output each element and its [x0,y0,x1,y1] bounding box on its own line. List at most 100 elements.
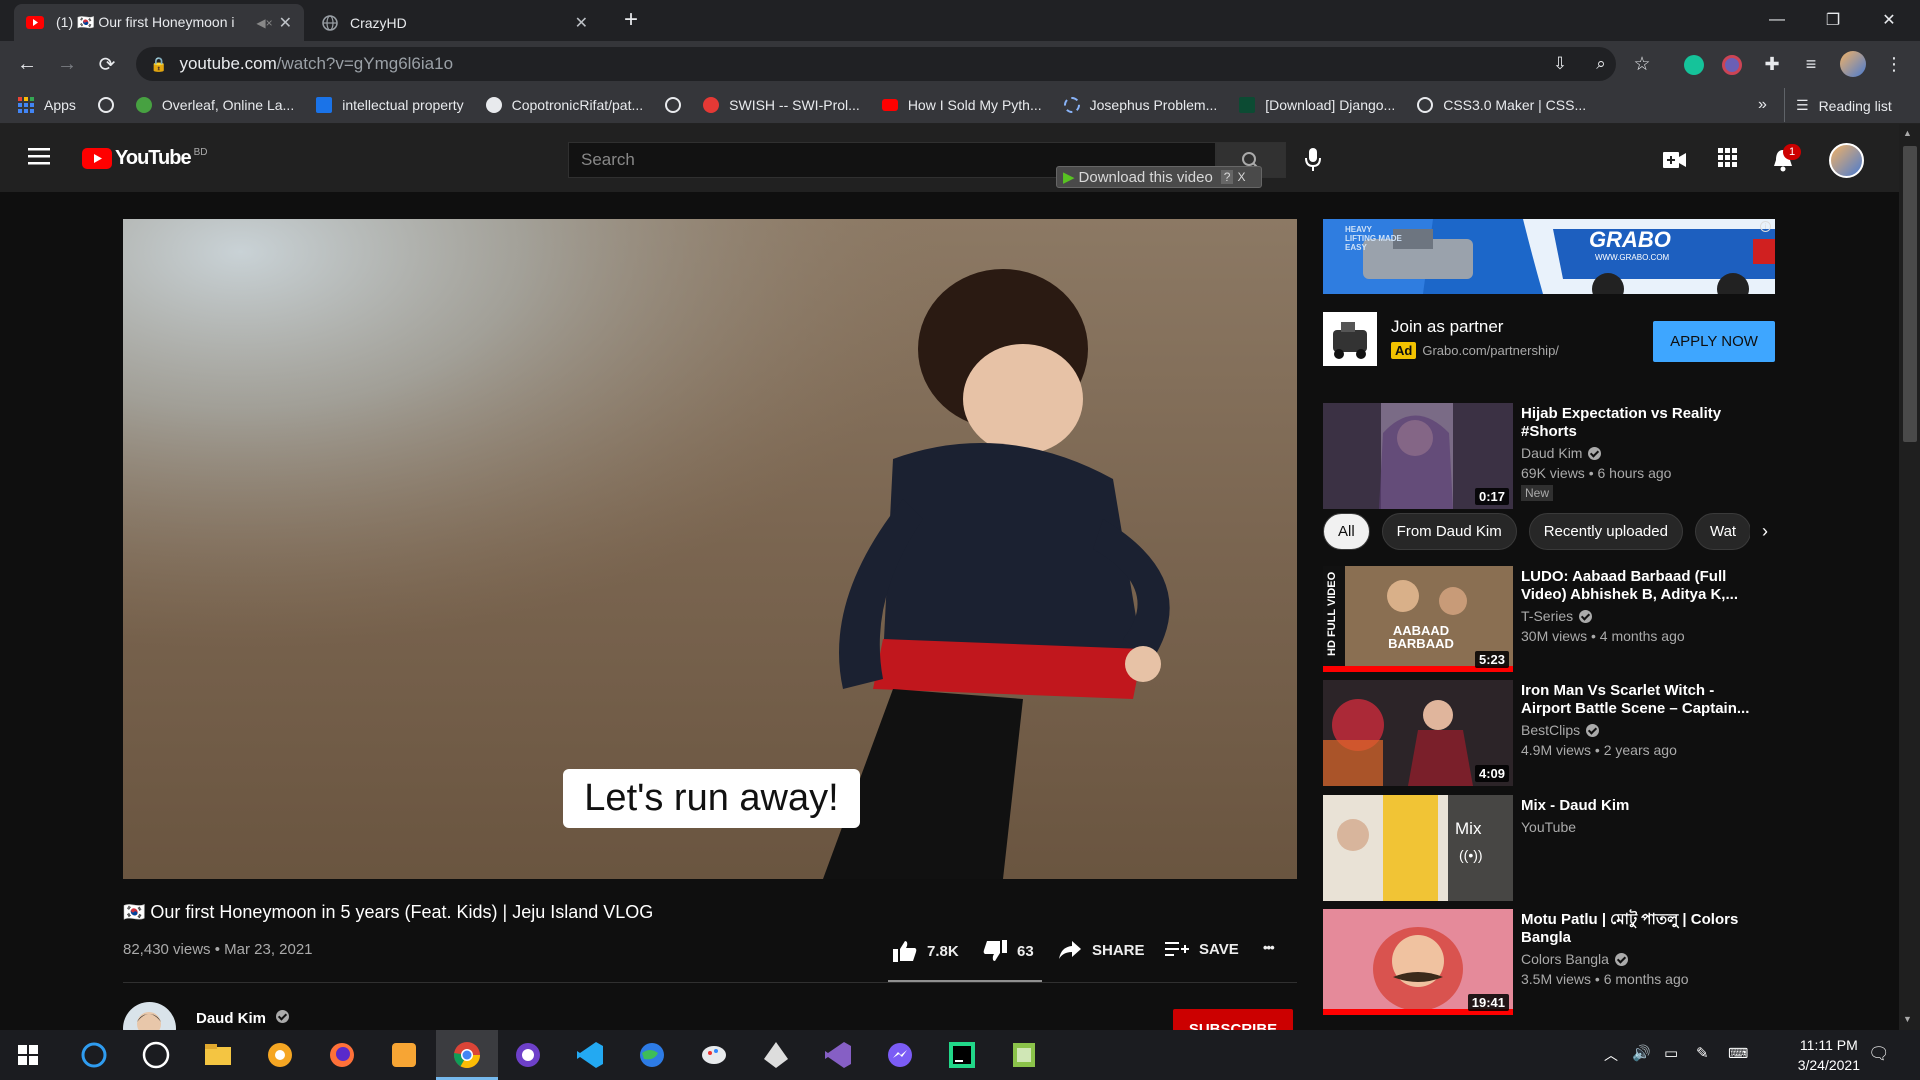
download-help-icon[interactable]: ? [1220,170,1234,184]
mix-broadcast-icon: ((•)) [1459,847,1483,863]
windows-start-icon[interactable] [18,1045,38,1065]
recommended-video[interactable]: 4:09 Iron Man Vs Scarlet Witch - Airport… [1323,680,1775,786]
video-thumbnail[interactable]: 19:41 [1323,909,1513,1015]
reload-icon[interactable]: ⟳ [93,50,121,78]
reading-list-button[interactable]: ☰ Reading list [1796,97,1892,114]
user-avatar[interactable] [1829,143,1864,178]
extensions-puzzle-icon[interactable]: ✚ [1758,50,1786,78]
cortana-search-icon[interactable] [78,1039,110,1071]
scroll-up-arrow-icon[interactable]: ▲ [1903,128,1912,138]
file-explorer-icon[interactable] [202,1039,234,1071]
tab-crazyhd[interactable]: CrazyHD ✕ [310,4,600,41]
apps-grid-icon[interactable] [1718,148,1738,168]
microphone-icon[interactable] [1304,148,1322,172]
chip-from-daud-kim[interactable]: From Daud Kim [1381,512,1517,550]
whatsapp-icon[interactable] [140,1039,172,1071]
install-app-icon[interactable]: ⇩ [1546,50,1574,78]
browser-menu-icon[interactable]: ⋮ [1880,50,1908,78]
github-desktop-icon[interactable] [512,1039,544,1071]
minimize-button[interactable]: — [1754,6,1800,34]
earth-app-icon[interactable] [636,1039,668,1071]
bookmark-youtube[interactable]: How I Sold My Pyth... [881,97,1042,113]
save-button[interactable]: SAVE [1165,940,1239,958]
like-button[interactable]: 7.8K [893,940,959,962]
more-actions-icon[interactable]: ••• [1263,940,1275,955]
keyboard-icon[interactable]: ⌨ [1728,1045,1748,1062]
ad-banner-image[interactable]: HEAVY LIFTING MADE EASY GRABO WWW.GRABO.… [1323,219,1775,294]
photo-editor-icon[interactable] [388,1039,420,1071]
chip-watched[interactable]: Wat [1694,512,1752,550]
download-bar-close-icon[interactable]: X [1237,170,1245,184]
bookmark-github[interactable]: CopotronicRifat/pat... [485,97,643,113]
bookmark-josephus[interactable]: Josephus Problem... [1063,97,1217,113]
extension-icon[interactable] [1722,55,1742,75]
bookmark-globe-2[interactable] [665,97,682,113]
network-icon[interactable]: ▭ [1664,1044,1678,1062]
recommended-video[interactable]: HD FULL VIDEO AABAAD BARBAAD 5:23 LUDO: … [1323,566,1775,672]
bookmark-globe[interactable] [97,97,114,113]
scrollbar-thumb[interactable] [1903,146,1917,442]
grammarly-extension-icon[interactable] [1684,55,1704,75]
muted-audio-icon[interactable]: ◀× [256,16,272,30]
video-thumbnail[interactable]: 0:17 [1323,403,1513,509]
create-video-icon[interactable] [1663,152,1687,168]
recommended-video[interactable]: Mix ((•)) Mix - Daud Kim YouTube [1323,795,1775,901]
ad-logo[interactable] [1323,312,1377,366]
hamburger-menu-icon[interactable] [28,146,52,166]
tab-title: CrazyHD [350,14,407,31]
forward-arrow-icon[interactable]: → [53,50,81,78]
video-thumbnail[interactable]: 4:09 [1323,680,1513,786]
youtube-logo[interactable]: YouTube BD [82,147,207,170]
action-center-icon[interactable]: 🗨 [1868,1044,1890,1064]
visual-studio-icon[interactable] [822,1039,854,1071]
bookmark-apps[interactable]: Apps [18,97,76,113]
download-video-bar[interactable]: ▶ Download this video ? X [1056,166,1262,188]
channel-name[interactable]: Daud Kim [196,1010,290,1027]
new-tab-button[interactable]: + [624,6,638,34]
chips-next-chevron-icon[interactable]: › [1750,515,1780,547]
dislike-button[interactable]: 63 [983,940,1034,962]
shield-app-icon[interactable] [264,1039,296,1071]
bookmark-overleaf[interactable]: Overleaf, Online La... [135,97,294,113]
scroll-down-arrow-icon[interactable]: ▼ [1903,1014,1912,1024]
volume-icon[interactable]: 🔊 [1632,1044,1651,1062]
close-tab-icon[interactable]: ✕ [279,13,292,33]
paint-icon[interactable] [698,1039,730,1071]
video-thumbnail[interactable]: HD FULL VIDEO AABAAD BARBAAD 5:23 [1323,566,1513,672]
address-bar[interactable]: 🔒 youtube.com/watch?v=gYmg6l6ia1o [136,47,1616,81]
apply-now-button[interactable]: APPLY NOW [1653,321,1775,362]
chip-recently-uploaded[interactable]: Recently uploaded [1528,512,1683,550]
profile-avatar[interactable] [1840,51,1866,77]
messenger-icon[interactable] [884,1039,916,1071]
bookmark-star-icon[interactable]: ☆ [1628,50,1656,78]
share-button[interactable]: SHARE [1058,940,1145,960]
recommended-video[interactable]: 19:41 Motu Patlu | মোটু পাতলু | Colors B… [1323,909,1775,1015]
close-window-button[interactable]: ✕ [1866,6,1912,34]
video-thumbnail[interactable]: Mix ((•)) [1323,795,1513,901]
bookmark-intellectual-property[interactable]: intellectual property [316,97,464,113]
spreadsheet-icon[interactable] [1008,1039,1040,1071]
close-tab-icon[interactable]: ✕ [575,13,588,33]
pen-icon[interactable]: ✎ [1696,1044,1709,1062]
recommended-video[interactable]: 0:17 Hijab Expectation vs Reality #Short… [1323,403,1775,509]
system-clock[interactable]: 11:11 PM 3/24/2021 [1798,1035,1860,1075]
chrome-taskbar-active[interactable] [436,1030,498,1080]
zoom-icon[interactable]: ⌕ [1587,50,1615,78]
firefox-icon[interactable] [326,1039,358,1071]
more-bookmarks-chevron[interactable]: » [1758,96,1767,114]
bookmark-django[interactable]: [Download] Django... [1239,97,1395,113]
vscode-icon[interactable] [574,1039,606,1071]
inkscape-icon[interactable] [760,1039,792,1071]
back-arrow-icon[interactable]: ← [13,50,41,78]
tab-youtube[interactable]: (1) 🇰🇷 Our first Honeymoon i ◀× ✕ [14,4,304,41]
pycharm-icon[interactable] [946,1039,978,1071]
chip-all[interactable]: All [1323,512,1370,550]
ad-info-icon[interactable]: i [1760,221,1771,232]
restore-button[interactable]: ❐ [1810,6,1856,34]
media-control-icon[interactable]: ≡ [1797,50,1825,78]
video-player[interactable]: Let's run away! [123,219,1297,879]
ad-title[interactable]: Join as partner [1391,317,1503,337]
bookmark-swish[interactable]: SWISH -- SWI-Prol... [703,97,860,113]
tray-chevron-icon[interactable]: ︿ [1604,1045,1618,1065]
bookmark-css-maker[interactable]: CSS3.0 Maker | CSS... [1417,97,1586,113]
